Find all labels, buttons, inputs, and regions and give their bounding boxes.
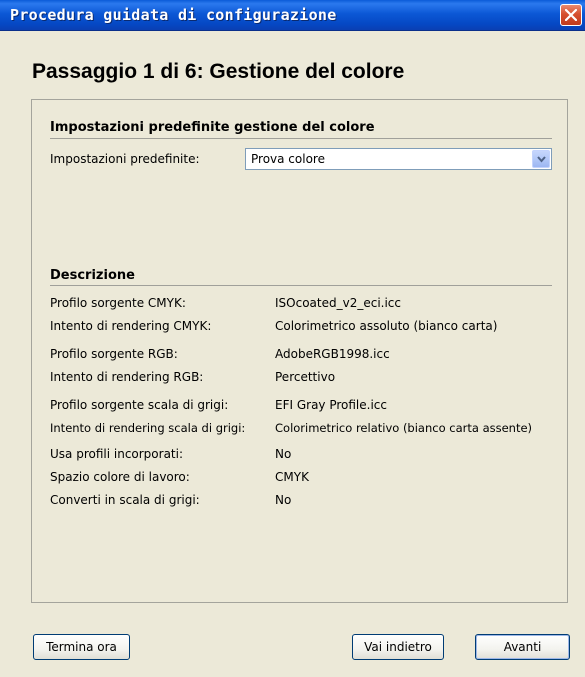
presets-dropdown[interactable]: Prova colore [245, 148, 552, 170]
close-button[interactable] [560, 4, 582, 26]
close-icon [565, 9, 577, 21]
row-value: CMYK [275, 470, 309, 484]
row-label: Profilo sorgente scala di grigi: [50, 398, 229, 412]
content-panel: Impostazioni predefinite gestione del co… [31, 99, 568, 603]
dropdown-arrow-button[interactable] [532, 150, 550, 168]
title-bar[interactable]: Procedura guidata di configurazione [0, 0, 585, 31]
description-section-divider [50, 285, 552, 286]
presets-selected-value: Prova colore [251, 152, 325, 166]
row-value: Colorimetrico assoluto (bianco carta) [275, 319, 498, 333]
row-label: Spazio colore di lavoro: [50, 470, 190, 484]
back-button[interactable]: Vai indietro [352, 634, 444, 660]
presets-section-divider [50, 138, 552, 139]
row-value: Colorimetrico relativo (bianco carta ass… [275, 421, 533, 435]
row-value: No [275, 447, 292, 461]
next-button[interactable]: Avanti [475, 634, 570, 660]
row-value: ISOcoated_v2_eci.icc [275, 296, 401, 310]
finish-now-button[interactable]: Termina ora [33, 634, 130, 660]
row-value: Percettivo [275, 370, 336, 384]
description-section-title: Descrizione [50, 268, 135, 283]
row-label: Intento di rendering scala di grigi: [50, 421, 246, 435]
row-label: Converti in scala di grigi: [50, 493, 200, 507]
row-label: Profilo sorgente CMYK: [50, 296, 186, 310]
row-label: Profilo sorgente RGB: [50, 347, 178, 361]
window-title: Procedura guidata di configurazione [10, 6, 337, 24]
row-value: EFI Gray Profile.icc [275, 398, 387, 412]
row-label: Intento di rendering CMYK: [50, 319, 212, 333]
row-label: Usa profili incorporati: [50, 447, 184, 461]
chevron-down-icon [537, 156, 546, 163]
step-heading: Passaggio 1 di 6: Gestione del colore [32, 60, 405, 83]
presets-label: Impostazioni predefinite: [50, 152, 200, 166]
row-value: AdobeRGB1998.icc [275, 347, 390, 361]
row-label: Intento di rendering RGB: [50, 370, 204, 384]
presets-section-title: Impostazioni predefinite gestione del co… [50, 120, 375, 135]
row-value: No [275, 493, 292, 507]
